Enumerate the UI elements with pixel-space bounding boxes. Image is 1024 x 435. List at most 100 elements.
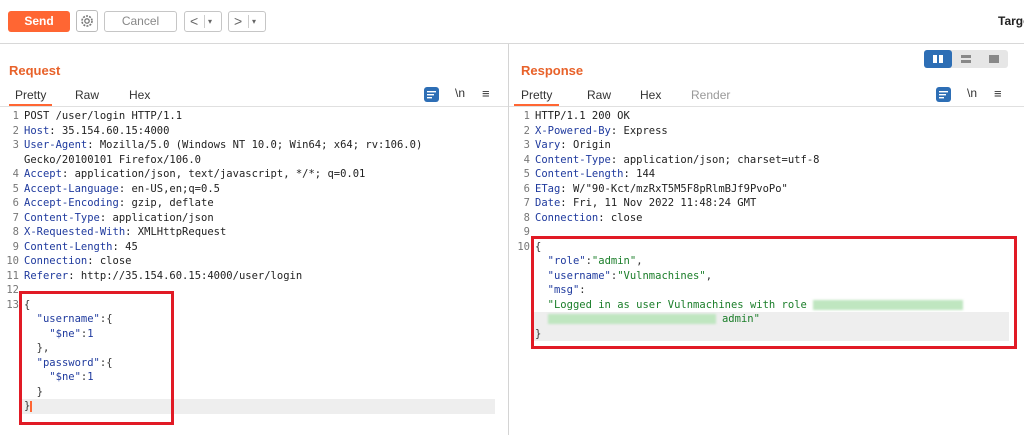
code-line: 5 Accept-Language: en-US,en;q=0.5 bbox=[3, 182, 422, 197]
chevron-right-icon: > bbox=[234, 13, 243, 29]
chevron-down-icon[interactable]: ▾ bbox=[252, 15, 256, 29]
code-line: 7 Content-Type: application/json bbox=[3, 211, 422, 226]
code-line: 2 Host: 35.154.60.15:4000 bbox=[3, 124, 422, 139]
code-token: Content-Type bbox=[24, 211, 100, 224]
tab-underline bbox=[509, 106, 1024, 107]
line-number: 1 bbox=[12, 110, 19, 122]
line-number: 13 bbox=[6, 298, 19, 311]
line-number: 3 bbox=[12, 139, 19, 151]
code-token: User-Agent bbox=[24, 139, 88, 151]
line-number: 9 bbox=[12, 240, 19, 253]
chevron-left-icon: < bbox=[190, 13, 199, 29]
code-token: : en-US,en;q=0.5 bbox=[118, 182, 220, 195]
format-icon bbox=[427, 91, 436, 99]
code-line: 6 Accept-Encoding: gzip, deflate bbox=[3, 196, 422, 211]
line-number: 12 bbox=[6, 284, 19, 296]
code-token: X-Requested-With bbox=[24, 226, 126, 238]
code-line: 8 X-Requested-With: XMLHttpRequest bbox=[3, 225, 422, 240]
settings-button[interactable] bbox=[76, 10, 98, 32]
code-token: : 35.154.60.15:4000 bbox=[49, 124, 170, 137]
code-line: 5 Content-Length: 144 bbox=[514, 167, 963, 182]
code-token: Referer bbox=[24, 269, 69, 282]
newline-toggle[interactable]: \n bbox=[455, 86, 465, 100]
code-line: 1 POST /user/login HTTP/1.1 bbox=[3, 109, 422, 124]
back-button[interactable]: < ▾ bbox=[184, 11, 222, 32]
line-number: 6 bbox=[523, 182, 530, 195]
tab-hex[interactable]: Hex bbox=[640, 86, 661, 106]
code-token: : close bbox=[87, 255, 132, 267]
line-number: 10 bbox=[6, 255, 19, 267]
tab-hex[interactable]: Hex bbox=[129, 86, 150, 106]
code-token: : Origin bbox=[560, 139, 611, 151]
code-token: : XMLHttpRequest bbox=[125, 226, 227, 238]
line-number: 1 bbox=[523, 110, 530, 122]
line-number: 4 bbox=[12, 168, 19, 180]
code-token: Connection bbox=[535, 211, 599, 224]
code-line: 2 X-Powered-By: Express bbox=[514, 124, 963, 139]
code-token: X-Powered-By bbox=[535, 124, 611, 137]
code-token: POST /user/login HTTP/1.1 bbox=[24, 110, 183, 122]
tab-render[interactable]: Render bbox=[691, 86, 730, 106]
code-token: Date bbox=[535, 197, 561, 209]
forward-button[interactable]: > ▾ bbox=[228, 11, 266, 32]
button-separator bbox=[204, 15, 205, 28]
line-number: 10 bbox=[517, 240, 530, 253]
pretty-print-button[interactable] bbox=[424, 87, 439, 102]
line-number: 11 bbox=[6, 269, 19, 282]
code-token: Content-Type bbox=[535, 153, 611, 166]
line-number: 7 bbox=[523, 197, 530, 209]
code-token: : 144 bbox=[623, 168, 656, 180]
code-token: Accept-Language bbox=[24, 182, 119, 195]
single-pane-icon[interactable] bbox=[980, 50, 1008, 68]
code-token: Accept-Encoding bbox=[24, 197, 119, 209]
line-number: 2 bbox=[523, 124, 530, 137]
code-token: HTTP/1.1 200 OK bbox=[535, 110, 630, 122]
code-token: ETag bbox=[535, 182, 561, 195]
layout-toggle[interactable] bbox=[924, 50, 1008, 68]
format-icon bbox=[939, 91, 948, 99]
send-button[interactable]: Send bbox=[8, 11, 70, 32]
request-title: Request bbox=[9, 63, 61, 78]
split-columns-icon[interactable] bbox=[924, 50, 952, 68]
tab-raw[interactable]: Raw bbox=[75, 86, 99, 106]
line-number: 2 bbox=[12, 124, 19, 137]
code-token: : application/json, text/javascript, */*… bbox=[61, 168, 366, 180]
annotation-box-request bbox=[19, 291, 174, 425]
tab-pretty[interactable]: Pretty bbox=[514, 86, 560, 106]
line-number: 3 bbox=[523, 139, 530, 151]
split-rows-icon[interactable] bbox=[952, 50, 980, 68]
code-token: : application/json bbox=[99, 211, 214, 224]
code-line: 1 HTTP/1.1 200 OK bbox=[514, 109, 963, 124]
code-token: : Express bbox=[610, 124, 668, 137]
newline-toggle[interactable]: \n bbox=[967, 86, 977, 100]
code-line: 11 Referer: http://35.154.60.15:4000/user… bbox=[3, 269, 422, 284]
line-number: 9 bbox=[523, 226, 530, 238]
tab-raw[interactable]: Raw bbox=[587, 86, 611, 106]
code-line: 3 Vary: Origin bbox=[514, 138, 963, 153]
code-line: 4 Accept: application/json, text/javascri… bbox=[3, 167, 422, 182]
response-title: Response bbox=[521, 63, 584, 78]
code-token: Host bbox=[24, 124, 50, 137]
menu-icon[interactable]: ≡ bbox=[482, 86, 490, 101]
line-number: 6 bbox=[12, 197, 19, 209]
chevron-down-icon[interactable]: ▾ bbox=[208, 15, 212, 29]
code-token: : Mozilla/5.0 (Windows NT 10.0; Win64; x… bbox=[87, 139, 423, 151]
code-line: 7 Date: Fri, 11 Nov 2022 11:48:24 GMT bbox=[514, 196, 963, 211]
pane-divider[interactable] bbox=[508, 44, 509, 435]
cancel-button[interactable]: Cancel bbox=[104, 11, 177, 32]
code-token: : W/"90-Kct/mzRxT5M5F8pRlmBJf9PvoPo" bbox=[560, 182, 788, 195]
code-token: : application/json; charset=utf-8 bbox=[610, 153, 820, 166]
code-line: 10 Connection: close bbox=[3, 254, 422, 269]
line-number: 7 bbox=[12, 211, 19, 224]
tab-underline bbox=[0, 106, 508, 107]
code-token: Accept bbox=[24, 168, 62, 180]
target-label[interactable]: Targe bbox=[998, 14, 1024, 28]
pretty-print-button[interactable] bbox=[936, 87, 951, 102]
code-token: : 45 bbox=[112, 240, 138, 253]
code-token: Connection bbox=[24, 255, 88, 267]
tab-pretty[interactable]: Pretty bbox=[9, 86, 53, 106]
line-number: 8 bbox=[12, 226, 19, 238]
code-token: Gecko/20100101 Firefox/106.0 bbox=[24, 153, 202, 166]
menu-icon[interactable]: ≡ bbox=[994, 86, 1002, 101]
line-number: 5 bbox=[12, 182, 19, 195]
